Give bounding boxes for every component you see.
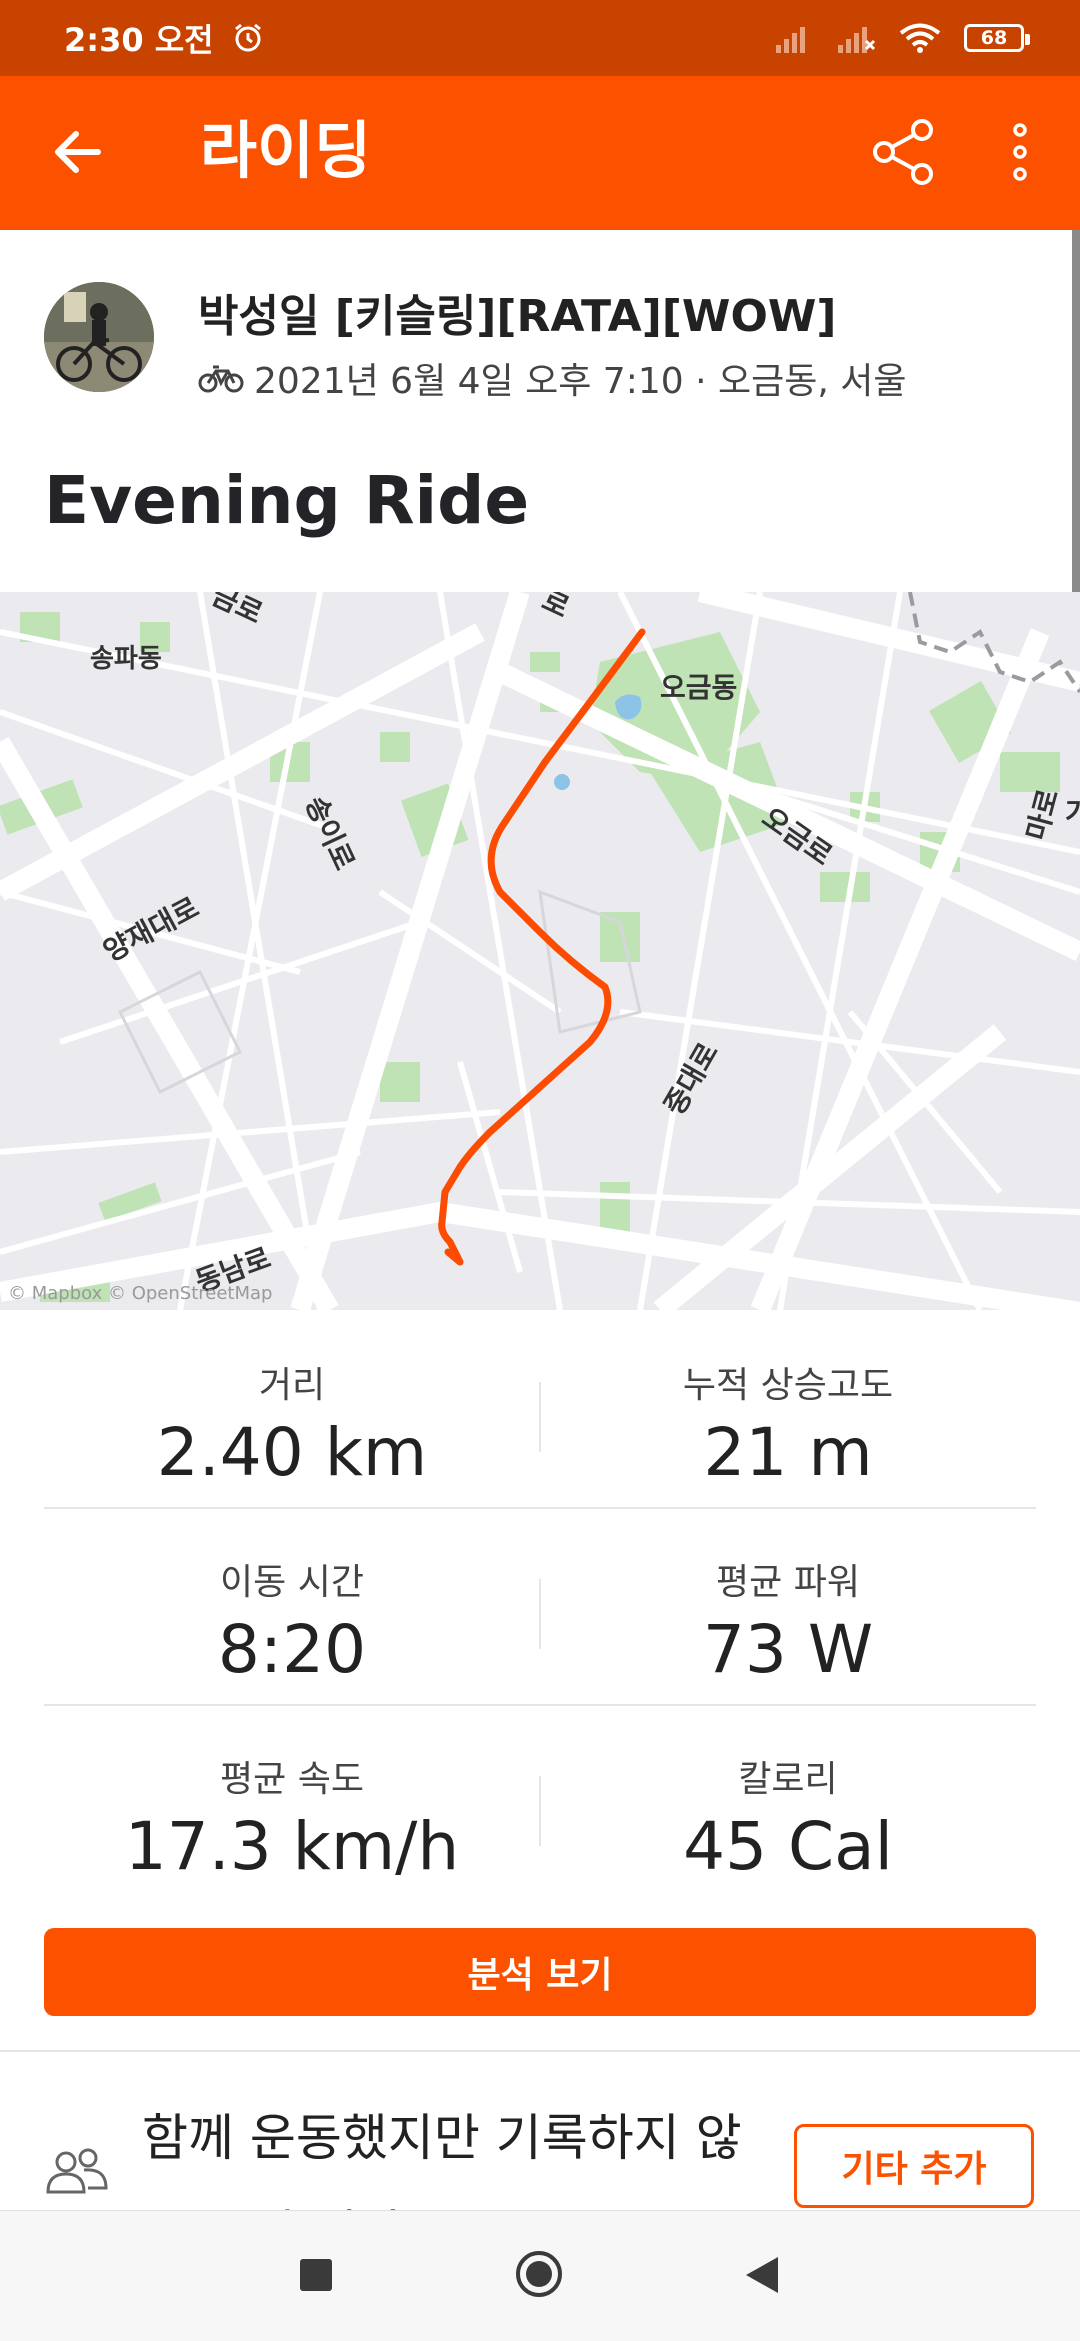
activity-meta: 2021년 6월 4일 오후 7:10 · 오금동, 서울 — [198, 352, 906, 404]
stat-distance: 거리 2.40 km — [44, 1312, 540, 1491]
avatar-photo — [44, 282, 154, 392]
share-icon[interactable] — [870, 118, 938, 186]
scrollbar[interactable] — [1072, 230, 1080, 596]
signal-off-icon — [838, 27, 876, 53]
stat-label: 평균 속도 — [220, 1759, 364, 1800]
system-nav-bar — [0, 2210, 1080, 2341]
stat-moving-time: 이동 시간 8:20 — [44, 1509, 540, 1688]
stat-label: 이동 시간 — [220, 1562, 364, 1603]
stats-row: 평균 속도 17.3 km/h 칼로리 45 Cal — [44, 1706, 1036, 1901]
stat-avg-power: 평균 파워 73 W — [540, 1509, 1036, 1688]
status-time: 2:30 오전 — [64, 21, 214, 59]
stat-label: 거리 — [258, 1365, 326, 1406]
group-activity-prompt: 함께 운동했지만 기록하지 않은 분이 있나요? 기타 추가 — [0, 2052, 1080, 2210]
map-attribution[interactable]: © Mapbox © OpenStreetMap — [8, 1283, 272, 1304]
signal-icon — [776, 27, 805, 53]
stat-value: 45 Cal — [683, 1808, 893, 1885]
group-icon — [46, 2148, 108, 2194]
status-left: 2:30 오전 — [64, 15, 264, 61]
athlete-name[interactable]: 박성일 [키슬링][RATA][WOW] — [198, 280, 837, 344]
nav-back-icon[interactable] — [742, 2253, 782, 2297]
page-title: 라이딩 — [200, 114, 372, 187]
bike-icon — [198, 365, 244, 393]
stat-value: 2.40 km — [156, 1414, 428, 1491]
route-map[interactable]: 송파동 오금동 양재대로 송이로 오금로 로 금로 동남로 마로 가 중대로 ©… — [0, 592, 1080, 1310]
stat-value: 8:20 — [217, 1611, 367, 1688]
activity-title: Evening Ride — [44, 462, 530, 539]
app-bar: 라이딩 — [0, 76, 1080, 230]
map-label-right2: 가 — [1065, 796, 1080, 829]
activity-date-location: 2021년 6월 4일 오후 7:10 · 오금동, 서울 — [254, 361, 907, 402]
stat-value: 73 W — [702, 1611, 874, 1688]
activity-header: 박성일 [키슬링][RATA][WOW] 2021년 6월 4일 오후 7:10… — [0, 230, 1080, 590]
alarm-icon — [234, 23, 261, 52]
recent-apps-icon[interactable] — [300, 2259, 332, 2291]
stat-elevation-gain: 누적 상승고도 21 m — [540, 1312, 1036, 1491]
status-right: 68 — [774, 22, 1030, 54]
battery-icon: 68 — [964, 24, 1030, 52]
avatar[interactable] — [44, 282, 154, 392]
map-label-ogeum: 오금동 — [660, 671, 737, 704]
stat-label: 누적 상승고도 — [682, 1365, 894, 1406]
stat-value: 17.3 km/h — [124, 1808, 460, 1885]
stat-calories: 칼로리 45 Cal — [540, 1706, 1036, 1885]
wifi-icon — [899, 23, 941, 53]
home-icon[interactable] — [514, 2249, 564, 2299]
stat-avg-speed: 평균 속도 17.3 km/h — [44, 1706, 540, 1885]
stats-row: 이동 시간 8:20 평균 파워 73 W — [44, 1509, 1036, 1706]
analyze-button[interactable]: 분석 보기 — [44, 1928, 1036, 2016]
map-canvas: 송파동 오금동 양재대로 송이로 오금로 로 금로 동남로 마로 가 중대로 — [0, 592, 1080, 1310]
stats-grid: 거리 2.40 km 누적 상승고도 21 m 이동 시간 8:20 평균 파워… — [44, 1312, 1036, 1901]
back-arrow-icon[interactable] — [46, 120, 110, 184]
stat-label: 평균 파워 — [716, 1562, 860, 1603]
status-bar: 2:30 오전 68 — [0, 0, 1080, 76]
stat-label: 칼로리 — [738, 1759, 838, 1800]
stat-value: 21 m — [703, 1414, 873, 1491]
stats-row: 거리 2.40 km 누적 상승고도 21 m — [44, 1312, 1036, 1509]
add-other-button[interactable]: 기타 추가 — [794, 2124, 1034, 2208]
map-label-songpa: 송파동 — [90, 644, 162, 674]
more-options-icon[interactable] — [1000, 118, 1040, 186]
battery-level: 68 — [980, 27, 1008, 49]
group-prompt-text: 함께 운동했지만 기록하지 않은 분이 있나요? — [142, 2109, 742, 2210]
